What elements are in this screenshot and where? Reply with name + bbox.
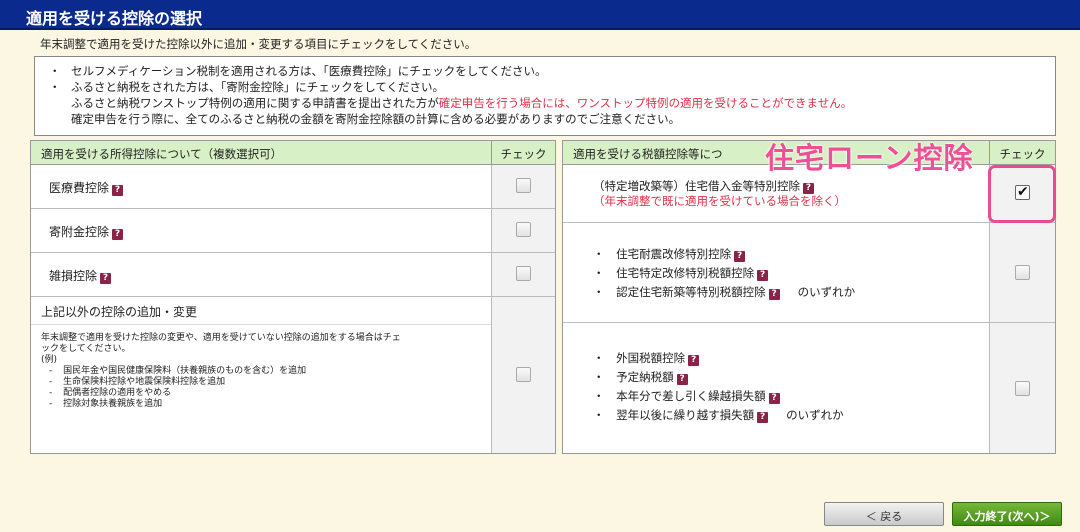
notes-box: ・ セルフメディケーション税制を適用される方は、「医療費控除」にチェックをしてく…	[34, 56, 1056, 136]
donation-checkbox[interactable]	[516, 222, 531, 237]
medical-expense-label: 医療費控除	[49, 181, 110, 195]
housing-loan-note: （年末調整で既に適用を受けている場合を除く）	[593, 194, 846, 208]
item-label: 翌年以後に繰り越す損失額	[616, 408, 755, 422]
back-button[interactable]: ＜ 戻る	[824, 502, 944, 526]
note-warning: 確定申告を行う場合には、ワンストップ特例の適用を受けることができません。	[438, 96, 853, 110]
other-deduction-title-text: 上記以外の控除の追加・変更	[41, 305, 198, 319]
example-text: 配偶者控除の適用をやめる	[63, 388, 172, 398]
list-item: ・ 翌年以後に繰り越す損失額? のいずれか	[593, 408, 844, 423]
note-text: ふるさと納税ワンストップ特例の適用に関する申請書を提出された方が	[71, 96, 439, 110]
other-deduction-title: 上記以外の控除の追加・変更	[31, 297, 491, 325]
help-icon[interactable]: ?	[757, 412, 769, 423]
note-text: ふるさと納税をされた方は、「寄附金控除」にチェックをしてください。	[71, 80, 445, 94]
help-icon[interactable]: ?	[112, 185, 124, 196]
checkbox-highlight-frame	[988, 165, 1056, 223]
item-label: 予定納税額	[616, 370, 674, 384]
desc-line: 年末調整で適用を受けた控除の変更や、適用を受けていない控除の追加をする場合はチェ	[41, 333, 401, 343]
row-housing-renovation: ・ 住宅耐震改修特別控除? ・ 住宅特定改修特別税額控除? ・ 認定住宅新築等特…	[563, 223, 989, 323]
row-casualty-loss: 雑損控除?	[31, 253, 491, 297]
page-title: 適用を受ける控除の選択	[0, 0, 1080, 30]
check-cell	[491, 297, 555, 453]
housing-loan-line: （特定増改築等）住宅借入金等特別控除?	[593, 179, 989, 194]
check-cell	[989, 223, 1055, 323]
row-medical-expense: 医療費控除?	[31, 165, 491, 209]
note-line-2: ・ ふるさと納税をされた方は、「寄附金控除」にチェックをしてください。	[49, 79, 1047, 95]
item-label: 住宅耐震改修特別控除	[616, 247, 732, 261]
donation-label: 寄附金控除	[49, 225, 110, 239]
housing-loan-annotation: 住宅ローン控除	[765, 141, 974, 175]
finish-input-next-button[interactable]: 入力終了(次へ)＞	[952, 502, 1062, 526]
help-icon[interactable]: ?	[676, 374, 688, 385]
bullet-spacer	[49, 95, 71, 111]
note-line-4: 確定申告を行う際に、全てのふるさと納税の金額を寄附金控除額の計算に含める必要があ…	[49, 111, 1047, 127]
check-column-header: チェック	[989, 141, 1055, 165]
example-text: 国民年金や国民健康保険料（扶養親族のものを含む）を追加	[63, 366, 307, 376]
example-line: - 配偶者控除の適用をやめる	[49, 388, 172, 398]
foreign-tax-checkbox[interactable]	[1015, 381, 1030, 396]
either-suffix: のいずれか	[786, 408, 844, 422]
instruction-text: 年末調整で適用を受けた控除以外に追加・変更する項目にチェックをしてください。	[40, 37, 477, 51]
income-deduction-header: 適用を受ける所得控除について（複数選択可）	[31, 141, 491, 165]
row-foreign-tax: ・ 外国税額控除? ・ 予定納税額? ・ 本年分で差し引く繰越損失額? ・ 翌年…	[563, 323, 989, 453]
note-line-1: ・ セルフメディケーション税制を適用される方は、「医療費控除」にチェックをしてく…	[49, 63, 1047, 79]
either-suffix: のいずれか	[797, 285, 856, 299]
list-item: ・ 住宅特定改修特別税額控除?	[593, 264, 989, 283]
desc-line: ックをしてください。	[41, 344, 131, 354]
medical-expense-checkbox[interactable]	[516, 178, 531, 193]
income-deduction-panel: 適用を受ける所得控除について（複数選択可） チェック 医療費控除? 寄附金控除?…	[30, 140, 556, 454]
check-column-header: チェック	[491, 141, 555, 165]
bullet: ・	[49, 64, 61, 78]
check-cell	[989, 323, 1055, 453]
list-item: ・ 予定納税額?	[593, 368, 989, 387]
check-cell	[491, 253, 555, 297]
check-cell	[491, 209, 555, 253]
help-icon[interactable]: ?	[768, 289, 780, 300]
list-item: ・ 認定住宅新築等特別税額控除? のいずれか	[593, 285, 856, 300]
example-line: - 生命保険料控除や地震保険料控除を追加	[49, 377, 226, 387]
help-icon[interactable]: ?	[734, 251, 746, 262]
help-icon[interactable]: ?	[768, 393, 780, 404]
help-icon[interactable]: ?	[112, 229, 124, 240]
desc-example: (例)	[41, 355, 58, 365]
example-text: 生命保険料控除や地震保険料控除を追加	[63, 377, 226, 387]
check-cell	[491, 165, 555, 209]
casualty-loss-label: 雑損控除	[49, 269, 98, 283]
other-deduction-description: 年末調整で適用を受けた控除の変更や、適用を受けていない控除の追加をする場合はチェ…	[31, 325, 491, 453]
help-icon[interactable]: ?	[803, 183, 814, 194]
bullet-spacer	[49, 111, 71, 127]
example-line: - 控除対象扶養親族を追加	[49, 399, 163, 409]
example-line: - 国民年金や国民健康保険料（扶養親族のものを含む）を追加	[49, 366, 307, 376]
list-item: ・ 住宅耐震改修特別控除?	[593, 245, 989, 264]
example-text: 控除対象扶養親族を追加	[63, 399, 163, 409]
help-icon[interactable]: ?	[757, 270, 769, 281]
bullet: ・	[49, 80, 61, 94]
note-text: 確定申告を行う際に、全てのふるさと納税の金額を寄附金控除額の計算に含める必要があ…	[71, 112, 681, 126]
item-label: 本年分で差し引く繰越損失額	[616, 389, 766, 403]
housing-renovation-checkbox[interactable]	[1015, 265, 1030, 280]
list-item: ・ 外国税額控除?	[593, 349, 989, 368]
note-text: セルフメディケーション税制を適用される方は、「医療費控除」にチェックをしてくださ…	[71, 64, 547, 78]
help-icon[interactable]: ?	[100, 273, 112, 284]
other-deduction-checkbox[interactable]	[516, 367, 531, 382]
list-item: ・ 本年分で差し引く繰越損失額?	[593, 387, 989, 406]
note-line-3: ふるさと納税ワンストップ特例の適用に関する申請書を提出された方が 確定申告を行う場…	[49, 95, 1047, 111]
tax-credit-panel: 適用を受ける税額控除等につ チェック （特定増改築等）住宅借入金等特別控除? （…	[562, 140, 1056, 454]
help-icon[interactable]: ?	[688, 355, 700, 366]
item-label: 外国税額控除	[616, 351, 686, 365]
housing-loan-label: （特定増改築等）住宅借入金等特別控除	[593, 179, 800, 193]
row-donation: 寄附金控除?	[31, 209, 491, 253]
item-label: 認定住宅新築等特別税額控除	[616, 285, 766, 299]
casualty-loss-checkbox[interactable]	[516, 266, 531, 281]
item-label: 住宅特定改修特別税額控除	[616, 266, 755, 280]
